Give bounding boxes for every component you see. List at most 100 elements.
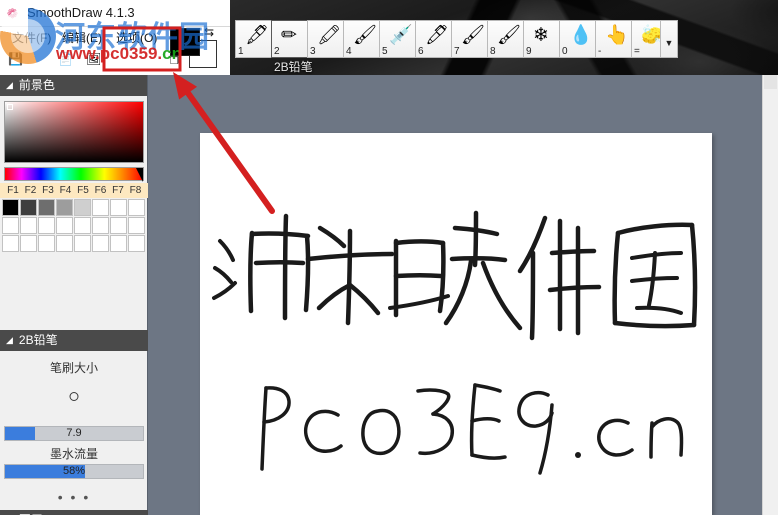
foreground-color-swatch[interactable] (170, 28, 200, 56)
brush-size-slider[interactable]: 7.9 (4, 426, 144, 441)
tool-bristle-brush[interactable]: 🖌 8 (487, 20, 525, 58)
color-swatch-2-3[interactable] (56, 235, 73, 252)
hue-marker[interactable] (136, 168, 143, 182)
color-swatch-1-4[interactable] (74, 217, 91, 234)
tool-marker[interactable]: 🖍 3 (307, 20, 345, 58)
tool-pencil-2b[interactable]: ✏ 2 (271, 20, 309, 58)
left-panel: ◢ 前景色 F1 F2 F3 F4 F5 F6 F7 F8 ◢ 2B铅笔 笔刷大小 7.9 墨水流… (0, 75, 148, 515)
brush-more-options-icon[interactable]: • • • (0, 489, 148, 507)
tool-shortcut-key: 0 (562, 46, 568, 57)
tool-smudge[interactable]: 👆 - (595, 20, 633, 58)
tool-airbrush[interactable]: 💉 5 (379, 20, 417, 58)
tool-shortcut-key: 7 (454, 46, 460, 57)
color-swatch-1-2[interactable] (38, 217, 55, 234)
sv-cursor[interactable] (7, 104, 13, 110)
color-swatch-2-5[interactable] (92, 235, 109, 252)
tool-shortcut-key: = (634, 46, 640, 57)
fkey-label-f2: F2 (24, 185, 37, 196)
tool-brush[interactable]: 🖌 4 (343, 20, 381, 58)
color-swatch-2-7[interactable] (128, 235, 145, 252)
menu-item-file[interactable]: 文件(F) (8, 29, 55, 47)
color-swatch-grid (2, 199, 148, 253)
collapse-caret-icon[interactable]: ◢ (6, 510, 13, 515)
tool-shortcut-key: 2 (274, 46, 280, 57)
color-swatch-0-3[interactable] (56, 199, 73, 216)
brush-tooltip: 2B铅笔 (274, 60, 313, 74)
color-swatch-0-1[interactable] (20, 199, 37, 216)
swap-colors-icon[interactable]: ⇆ (204, 25, 220, 39)
tool-spray[interactable]: 🖊 6 (415, 20, 453, 58)
color-swatch-1-0[interactable] (2, 217, 19, 234)
color-swatch-0-6[interactable] (110, 199, 127, 216)
image-icon[interactable]: 🖼 (86, 52, 106, 72)
color-swatch-1-1[interactable] (20, 217, 37, 234)
canvas-drawing (212, 210, 698, 475)
handwriting-en (260, 383, 684, 475)
foreground-panel-header[interactable]: ◢ 前景色 (0, 75, 147, 96)
brush-size-preview (0, 376, 148, 424)
ink-flow-label: 墨水流量 (49, 447, 98, 461)
color-swatch-1-5[interactable] (92, 217, 109, 234)
tool-pencil-2b-icon: ✏ (281, 25, 297, 46)
layers-panel-header[interactable]: ◢图层 (0, 510, 148, 515)
tool-shortcut-key: 5 (382, 46, 388, 57)
tool-shortcut-key: 6 (418, 46, 424, 57)
hue-slider[interactable] (4, 167, 144, 182)
color-swatch-2-1[interactable] (20, 235, 37, 252)
brush-size-value: 7.9 (66, 427, 82, 439)
color-swatch-2-0[interactable] (2, 235, 19, 252)
vertical-scrollbar[interactable] (762, 75, 778, 515)
swatch-row (2, 199, 148, 217)
brush-panel-header[interactable]: ◢ 2B铅笔 (0, 330, 148, 351)
brush-size-label: 笔刷大小 (49, 361, 98, 375)
tool-shortcut-key: 1 (238, 46, 244, 57)
tool-special[interactable]: ❄ 9 (523, 20, 561, 58)
color-swatch-0-4[interactable] (74, 199, 91, 216)
color-swatch-0-2[interactable] (38, 199, 55, 216)
swatch-row (2, 217, 148, 235)
document-icon[interactable]: 📄 (58, 52, 78, 72)
tool-special-icon: ❄ (533, 25, 549, 46)
tool-shortcut-key: 4 (346, 46, 352, 57)
menu-item-options[interactable]: 选项(O) (112, 29, 161, 47)
app-flower-icon: ❁ (7, 6, 18, 21)
tool-pen[interactable]: 🖋 1 (235, 20, 273, 58)
layers-panel: ◢图层 ⬆ ⬇ 🗂 📋 ✓Background Layer (0, 510, 148, 515)
brush-size-dot (69, 392, 79, 401)
color-swatch-widget[interactable]: ⇆ ❐ (170, 25, 220, 70)
reset-colors-icon[interactable]: ❐ (170, 56, 182, 68)
fkey-label-f7: F7 (112, 185, 124, 196)
tool-pen-icon: 🖋 (245, 25, 270, 46)
tool-water[interactable]: 💧 0 (559, 20, 597, 58)
menu-item-edit[interactable]: 编辑(E) (58, 29, 106, 47)
fkey-label-f5: F5 (77, 185, 89, 196)
color-swatch-2-2[interactable] (38, 235, 55, 252)
scrollbar-thumb[interactable] (764, 75, 777, 89)
collapse-caret-icon[interactable]: ◢ (6, 75, 13, 96)
color-swatch-0-7[interactable] (128, 199, 145, 216)
function-key-labels: F1 F2 F3 F4 F5 F6 F7 F8 (0, 183, 148, 198)
collapse-caret-icon[interactable]: ◢ (6, 330, 13, 351)
tool-bristle-brush-icon: 🖌 (497, 25, 522, 46)
drawing-canvas[interactable] (200, 133, 712, 515)
tool-airbrush-icon: 💉 (389, 25, 413, 46)
tool-water-icon: 💧 (569, 25, 593, 46)
tool-shortcut-key: - (598, 46, 602, 57)
color-swatch-0-0[interactable] (2, 199, 19, 216)
color-swatch-2-6[interactable] (110, 235, 127, 252)
tool-oil-brush-icon: 🖌 (461, 25, 486, 46)
color-swatch-1-3[interactable] (56, 217, 73, 234)
brush-dropdown-icon[interactable]: ▼ (660, 20, 678, 58)
color-swatch-0-5[interactable] (92, 199, 109, 216)
tool-spray-icon: 🖊 (425, 25, 450, 46)
ink-flow-slider[interactable]: 58% (4, 464, 144, 479)
saturation-value-picker[interactable] (4, 101, 144, 163)
color-swatch-1-7[interactable] (128, 217, 145, 234)
tool-shortcut-key: 8 (490, 46, 496, 57)
color-swatch-2-4[interactable] (74, 235, 91, 252)
fkey-label-f6: F6 (94, 185, 107, 196)
color-swatch-1-6[interactable] (110, 217, 127, 234)
save-icon[interactable]: 💾 (8, 52, 28, 72)
tool-oil-brush[interactable]: 🖌 7 (451, 20, 489, 58)
canvas-work-area[interactable] (148, 75, 778, 515)
